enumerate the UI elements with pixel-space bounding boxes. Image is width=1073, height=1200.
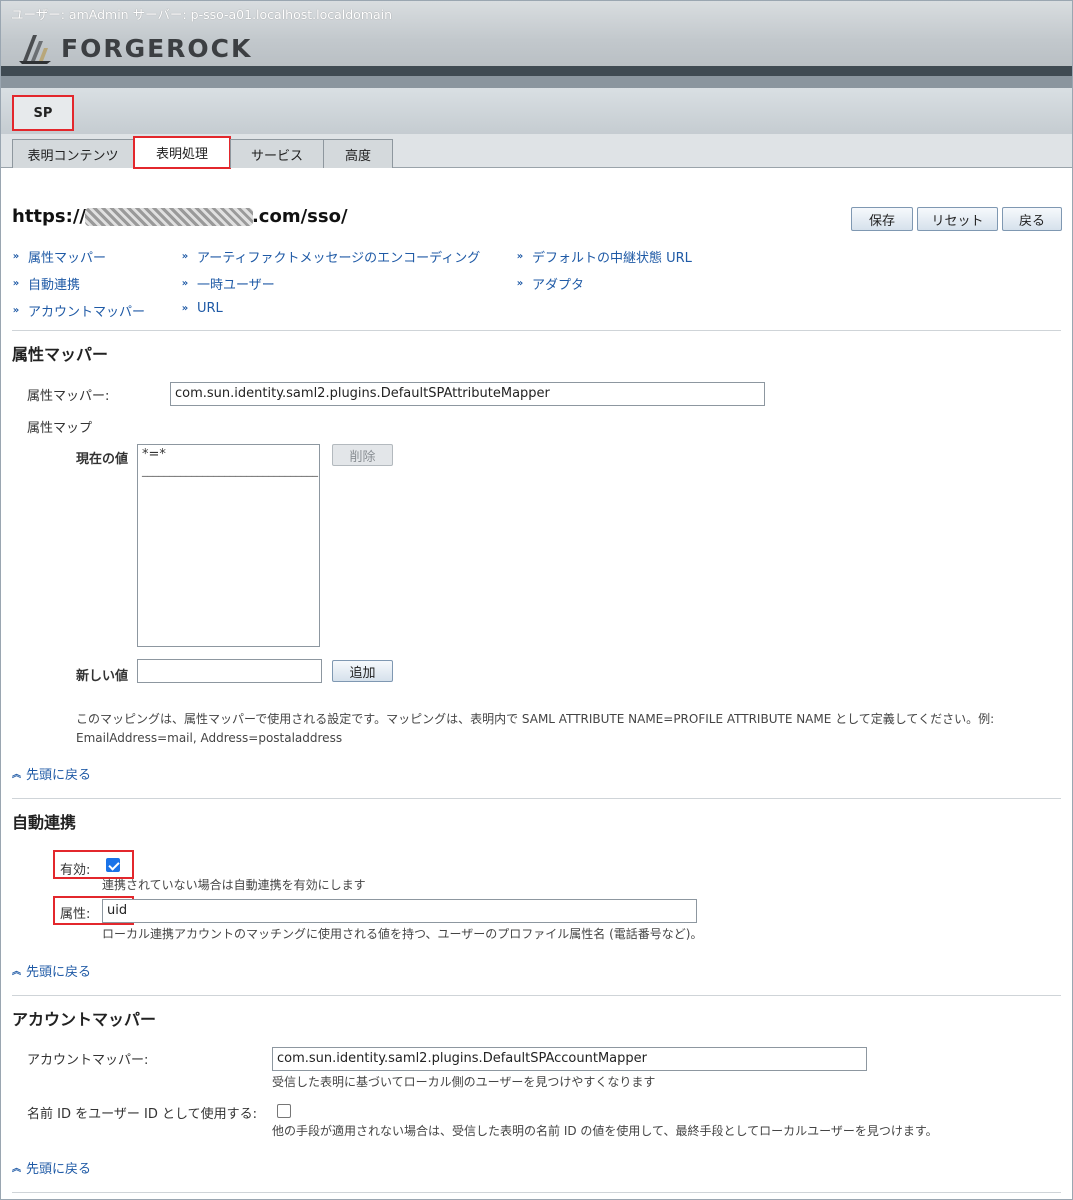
account-mapper-input[interactable]: com.sun.identity.saml2.plugins.DefaultSP… bbox=[272, 1047, 867, 1071]
tab-assertion-content[interactable]: 表明コンテンツ bbox=[12, 139, 134, 168]
nameid-as-userid-checkbox[interactable] bbox=[277, 1104, 291, 1118]
jump-link-account-mapper[interactable]: » アカウントマッパー bbox=[12, 301, 145, 320]
tab-services[interactable]: サービス bbox=[230, 139, 324, 168]
double-chevron-down-icon: » bbox=[516, 251, 524, 262]
divider bbox=[12, 1192, 1061, 1193]
entity-tab-sp[interactable]: SP bbox=[12, 95, 74, 131]
back-to-top-link[interactable]: ︽ 先頭に戻る bbox=[12, 961, 91, 980]
back-to-top-link[interactable]: ︽ 先頭に戻る bbox=[12, 1158, 91, 1177]
double-chevron-down-icon: » bbox=[181, 278, 189, 289]
current-values-label: 現在の値 bbox=[76, 452, 129, 467]
save-button[interactable]: 保存 bbox=[851, 207, 913, 231]
divider bbox=[12, 330, 1061, 331]
account-mapper-label: アカウントマッパー: bbox=[27, 1053, 149, 1068]
header-dark-band bbox=[1, 66, 1072, 76]
attribute-label: 属性: bbox=[60, 907, 91, 922]
attribute-map-help: このマッピングは、属性マッパーで使用される設定です。マッピングは、表明内で SA… bbox=[76, 712, 995, 745]
nameid-as-userid-label: 名前 ID をユーザー ID として使用する: bbox=[27, 1107, 257, 1122]
jump-link-transient-user[interactable]: » 一時ユーザー bbox=[181, 274, 275, 293]
list-separator: ________________________________ bbox=[142, 464, 318, 477]
forgerock-logo: FORGEROCK bbox=[17, 31, 252, 65]
list-item[interactable]: *=* bbox=[142, 447, 315, 462]
tab-advanced[interactable]: 高度 bbox=[323, 139, 393, 168]
enabled-checkbox[interactable] bbox=[106, 858, 120, 872]
enabled-help: 連携されていない場合は自動連携を有効にします bbox=[102, 878, 366, 892]
jump-link-attribute-mapper[interactable]: » 属性マッパー bbox=[12, 247, 106, 266]
double-chevron-down-icon: » bbox=[181, 303, 189, 314]
user-server-info: ユーザー: amAdmin サーバー: p-sso-a01.localhost.… bbox=[11, 7, 393, 22]
enabled-label: 有効: bbox=[60, 863, 91, 878]
double-chevron-down-icon: » bbox=[516, 278, 524, 289]
jump-link-default-relay-state[interactable]: » デフォルトの中継状態 URL bbox=[516, 247, 692, 266]
forgerock-logo-icon bbox=[19, 35, 51, 64]
jump-link-auto-federation[interactable]: » 自動連携 bbox=[12, 274, 80, 293]
new-value-input[interactable] bbox=[137, 659, 322, 683]
double-chevron-up-icon: ︽ bbox=[12, 967, 22, 977]
masthead: ユーザー: amAdmin サーバー: p-sso-a01.localhost.… bbox=[1, 1, 1072, 67]
double-chevron-down-icon: » bbox=[12, 305, 20, 316]
attribute-mapper-label: 属性マッパー: bbox=[27, 389, 110, 404]
account-mapper-help: 受信した表明に基づいてローカル側のユーザーを見つけやすくなります bbox=[272, 1075, 656, 1089]
entity-tab-bar bbox=[1, 88, 1072, 134]
page-title: https:// .com/sso/ bbox=[12, 206, 348, 227]
jump-link-url[interactable]: » URL bbox=[181, 301, 223, 316]
delete-button[interactable]: 削除 bbox=[332, 444, 393, 466]
back-to-top-link[interactable]: ︽ 先頭に戻る bbox=[12, 764, 91, 783]
attribute-help: ローカル連携アカウントのマッチングに使用される値を持つ、ユーザーのプロファイル属… bbox=[102, 927, 703, 941]
new-value-label: 新しい値 bbox=[76, 669, 129, 684]
back-button[interactable]: 戻る bbox=[1002, 207, 1062, 231]
jump-link-artifact-encoding[interactable]: » アーティファクトメッセージのエンコーディング bbox=[181, 247, 481, 266]
double-chevron-down-icon: » bbox=[181, 251, 189, 262]
tab-assertion-processing[interactable]: 表明処理 bbox=[133, 136, 231, 169]
nameid-help: 他の手段が適用されない場合は、受信した表明の名前 ID の値を使用して、最終手段… bbox=[272, 1124, 938, 1138]
section-title-auto-federation: 自動連携 bbox=[12, 813, 77, 832]
current-values-list[interactable]: *=* ________________________________ bbox=[137, 444, 320, 647]
double-chevron-up-icon: ︽ bbox=[12, 770, 22, 780]
jump-link-adapter[interactable]: » アダプタ bbox=[516, 274, 584, 293]
section-title-account-mapper: アカウントマッパー bbox=[12, 1010, 157, 1029]
logo-text: FORGEROCK bbox=[61, 33, 253, 63]
double-chevron-up-icon: ︽ bbox=[12, 1164, 22, 1174]
double-chevron-down-icon: » bbox=[12, 251, 20, 262]
page-title-suffix: .com/sso/ bbox=[251, 206, 348, 227]
attribute-input[interactable]: uid bbox=[102, 899, 697, 923]
divider bbox=[12, 798, 1061, 799]
reset-button[interactable]: リセット bbox=[917, 207, 998, 231]
add-button[interactable]: 追加 bbox=[332, 660, 393, 682]
section-title-attribute-mapper: 属性マッパー bbox=[12, 345, 109, 364]
header-mid-band bbox=[1, 76, 1072, 88]
redacted-hostname bbox=[84, 207, 253, 226]
divider bbox=[12, 995, 1061, 996]
attribute-map-label: 属性マップ bbox=[27, 421, 93, 436]
double-chevron-down-icon: » bbox=[12, 278, 20, 289]
page-title-prefix: https:// bbox=[12, 206, 86, 227]
attribute-mapper-input[interactable]: com.sun.identity.saml2.plugins.DefaultSP… bbox=[170, 382, 765, 406]
